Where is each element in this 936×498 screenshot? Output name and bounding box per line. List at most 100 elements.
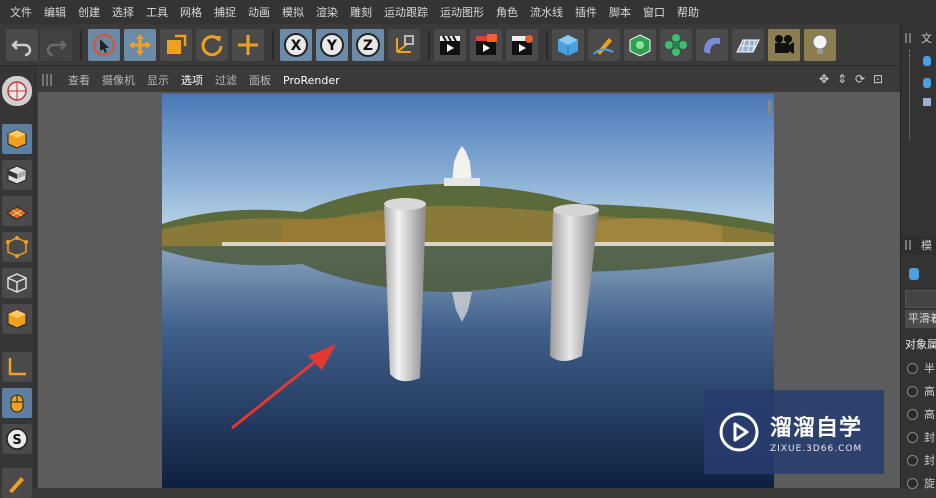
move-tool-button[interactable] <box>124 29 156 61</box>
viewport-menu-item[interactable]: 查看 <box>62 72 96 88</box>
menu-item[interactable]: 角色 <box>490 4 524 20</box>
dolly-view-icon[interactable]: ⇕ <box>834 72 850 86</box>
x-axis-button[interactable]: X <box>280 29 312 61</box>
menu-item[interactable]: 选择 <box>106 4 140 20</box>
menu-item[interactable]: 运动跟踪 <box>378 4 434 20</box>
render-picture-viewer-button[interactable] <box>470 29 502 61</box>
menu-item[interactable]: 渲染 <box>310 4 344 20</box>
viewport-menu-item[interactable]: 选项 <box>175 72 209 88</box>
cube-object-button[interactable] <box>552 29 584 61</box>
attribute-radio-row[interactable]: 半 <box>907 360 936 376</box>
texture-mode-button[interactable] <box>2 160 32 190</box>
viewport-menu-item[interactable]: 面板 <box>243 72 277 88</box>
menu-item[interactable]: 运动图形 <box>434 4 490 20</box>
render-settings-button[interactable] <box>506 29 538 61</box>
watermark-subtitle: ZIXUE.3D66.COM <box>770 444 863 454</box>
menu-item[interactable]: 插件 <box>569 4 603 20</box>
undo-button[interactable] <box>6 29 38 61</box>
object-icon-1[interactable] <box>923 56 931 66</box>
menu-item[interactable]: 工具 <box>140 4 174 20</box>
crosshair-icon <box>238 35 258 55</box>
model-mode-button[interactable] <box>2 124 32 154</box>
radio-label: 高 <box>924 385 935 398</box>
radio-button[interactable] <box>907 408 918 420</box>
tweak-mode-button[interactable] <box>2 388 32 418</box>
viewport-menu-item[interactable]: 摄像机 <box>96 72 141 88</box>
menu-item[interactable]: 帮助 <box>671 4 705 20</box>
menu-item[interactable]: 动画 <box>242 4 276 20</box>
attribute-radio-row[interactable]: 高 <box>907 406 936 422</box>
radio-button[interactable] <box>907 362 918 374</box>
menu-item[interactable]: 窗口 <box>637 4 671 20</box>
radio-button[interactable] <box>907 477 918 489</box>
y-axis-label: Y <box>326 38 338 54</box>
select-tool-button[interactable] <box>88 29 120 61</box>
cloner-button[interactable] <box>660 29 692 61</box>
point-mode-button[interactable] <box>2 232 32 262</box>
smooth-shading-tab[interactable]: 平滑着 <box>905 310 936 328</box>
objects-panel-tab[interactable]: 文 <box>921 30 932 46</box>
pen-spline-button[interactable] <box>588 29 620 61</box>
menu-item[interactable]: 流水线 <box>524 4 569 20</box>
maximize-view-icon[interactable]: ⊡ <box>870 72 886 86</box>
camera-button[interactable] <box>768 29 800 61</box>
cursor-icon <box>93 34 115 56</box>
points-cube-icon <box>6 236 28 258</box>
attribute-radio-row[interactable]: 高 <box>907 383 936 399</box>
coordinate-icon <box>396 35 414 53</box>
menu-item[interactable]: 模拟 <box>276 4 310 20</box>
attributes-panel-tab[interactable]: 模 <box>921 237 932 253</box>
menu-item[interactable]: 文件 <box>4 4 38 20</box>
radio-label: 封 <box>924 454 935 467</box>
clapper-red-icon <box>476 34 497 55</box>
menu-item[interactable]: 脚本 <box>603 4 637 20</box>
radio-button[interactable] <box>907 385 918 397</box>
light-button[interactable] <box>804 29 836 61</box>
viewport-menu-item[interactable]: 过滤 <box>209 72 243 88</box>
edge-mode-button[interactable] <box>2 268 32 298</box>
bend-icon <box>704 37 720 54</box>
right-panel: 文 模 平滑着 对象属 半高高封封旋 <box>900 24 936 491</box>
grid-plane-icon <box>6 206 28 220</box>
main-toolbar: X Y Z <box>0 24 900 66</box>
make-editable-button[interactable] <box>2 76 32 106</box>
pen-icon <box>593 38 614 55</box>
viewport-menu-item[interactable]: 显示 <box>141 72 175 88</box>
menu-item[interactable]: 编辑 <box>38 4 72 20</box>
snap-button[interactable]: S <box>2 424 32 454</box>
floor-button[interactable] <box>732 29 764 61</box>
render-view-button[interactable] <box>434 29 466 61</box>
menu-item[interactable]: 雕刻 <box>344 4 378 20</box>
prorender-menu[interactable]: ProRender <box>277 74 346 87</box>
viewport-scrollbar[interactable] <box>768 100 771 114</box>
object-icon-3[interactable] <box>923 98 931 106</box>
workplane-mode-button[interactable] <box>2 196 32 226</box>
menu-item[interactable]: 网格 <box>174 4 208 20</box>
radio-button[interactable] <box>907 454 918 466</box>
sculpt-button[interactable] <box>2 468 32 498</box>
redo-button[interactable] <box>40 29 72 61</box>
axis-mode-button[interactable] <box>2 352 32 382</box>
menu-item[interactable]: 创建 <box>72 4 106 20</box>
coordinate-system-button[interactable] <box>388 29 420 61</box>
pan-view-icon[interactable]: ✥ <box>816 72 832 86</box>
radio-button[interactable] <box>907 431 918 443</box>
polygon-mode-button[interactable] <box>2 304 32 334</box>
green-cube-icon <box>629 34 651 57</box>
scale-tool-button[interactable] <box>160 29 192 61</box>
transform-tool-button[interactable] <box>232 29 264 61</box>
attribute-dropdown[interactable] <box>905 290 936 308</box>
z-axis-button[interactable]: Z <box>352 29 384 61</box>
menu-item[interactable]: 捕捉 <box>208 4 242 20</box>
rotate-view-icon[interactable]: ⟳ <box>852 72 868 86</box>
snap-label: S <box>12 433 21 448</box>
object-icon-2[interactable] <box>923 78 931 88</box>
attribute-radio-row[interactable]: 封 <box>907 452 936 468</box>
y-axis-button[interactable]: Y <box>316 29 348 61</box>
panel-grip-icon <box>905 33 913 43</box>
rotate-tool-button[interactable] <box>196 29 228 61</box>
attribute-radio-row[interactable]: 封 <box>907 429 936 445</box>
subdivision-button[interactable] <box>624 29 656 61</box>
attribute-radio-row[interactable]: 旋 <box>907 475 936 491</box>
deformer-button[interactable] <box>696 29 728 61</box>
